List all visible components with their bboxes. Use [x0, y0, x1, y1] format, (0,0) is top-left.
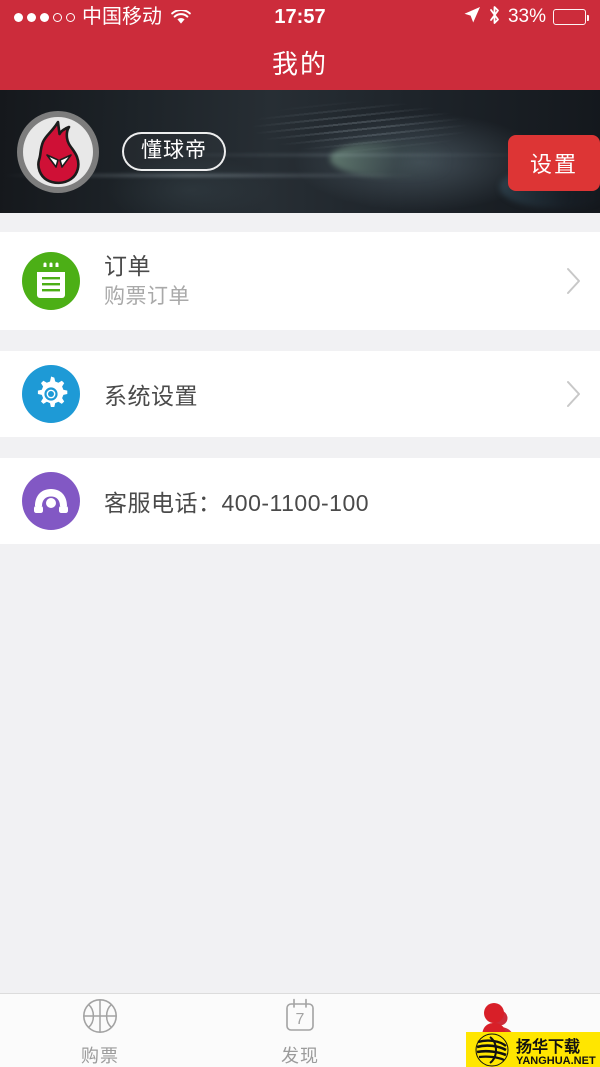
battery-icon — [553, 9, 589, 25]
tab-label: 发现 — [281, 1045, 319, 1066]
status-bar-right: 33% — [463, 5, 589, 30]
menu-row-subtitle: 购票订单 — [104, 285, 190, 308]
phone-screen: 中国移动 17:57 33% 我的 懂球帝 设置 订单 购票订单 系统设置 客服… — [0, 0, 600, 1067]
calendar-icon: 7 — [282, 997, 318, 1040]
avatar[interactable] — [16, 110, 100, 194]
section-gap — [0, 437, 600, 458]
svg-text:7: 7 — [296, 1011, 305, 1028]
page-title: 我的 — [271, 48, 328, 79]
basketball-icon — [81, 997, 119, 1040]
person-icon — [481, 1006, 519, 1049]
signal-dot-filled — [27, 12, 36, 22]
location-arrow-icon — [463, 6, 481, 29]
orders-card: 订单 购票订单 — [0, 232, 600, 330]
menu-row-title: 客服电话：400-1100-100 — [104, 490, 370, 516]
wifi-icon — [171, 8, 191, 25]
signal-dot-empty — [66, 12, 75, 22]
battery-percentage: 33% — [507, 6, 546, 27]
navigation-bar: 我的 — [0, 34, 600, 90]
gear-icon — [22, 365, 80, 423]
section-gap — [0, 330, 600, 351]
telephone-icon — [22, 472, 80, 530]
chevron-right-icon — [566, 380, 582, 408]
order-notepad-icon — [22, 252, 80, 310]
menu-row-orders[interactable]: 订单 购票订单 — [0, 232, 600, 330]
signal-dot-filled — [40, 12, 49, 22]
tab-buy-tickets[interactable]: 购票 — [0, 994, 200, 1067]
carrier-name: 中国移动 — [82, 6, 162, 28]
menu-row-text: 订单 购票订单 — [104, 253, 190, 308]
signal-dot-filled — [14, 12, 23, 22]
customer-service-card: 客服电话：400-1100-100 — [0, 458, 600, 544]
menu-row-customer-service-phone[interactable]: 客服电话：400-1100-100 — [0, 458, 600, 544]
signal-strength-dots — [14, 12, 75, 22]
profile-header[interactable]: 懂球帝 设置 — [0, 90, 600, 213]
chevron-right-icon — [566, 267, 582, 295]
settings-button[interactable]: 设置 — [507, 135, 600, 191]
section-gap — [0, 213, 600, 232]
signal-dot-empty — [53, 12, 62, 22]
tab-label: 购票 — [81, 1045, 119, 1066]
menu-row-system-settings[interactable]: 系统设置 — [0, 351, 600, 437]
bottom-tab-bar: 购票 7 发现 — [0, 993, 600, 1067]
bluetooth-icon — [488, 5, 501, 30]
menu-row-title: 订单 — [104, 253, 151, 279]
tab-mine[interactable] — [400, 994, 600, 1067]
username-badge: 懂球帝 — [122, 132, 226, 171]
tab-discover[interactable]: 7 发现 — [200, 994, 400, 1067]
status-bar-left: 中国移动 — [14, 7, 191, 27]
menu-row-title: 系统设置 — [104, 383, 198, 409]
status-bar: 中国移动 17:57 33% — [0, 0, 600, 34]
system-settings-card: 系统设置 — [0, 351, 600, 437]
